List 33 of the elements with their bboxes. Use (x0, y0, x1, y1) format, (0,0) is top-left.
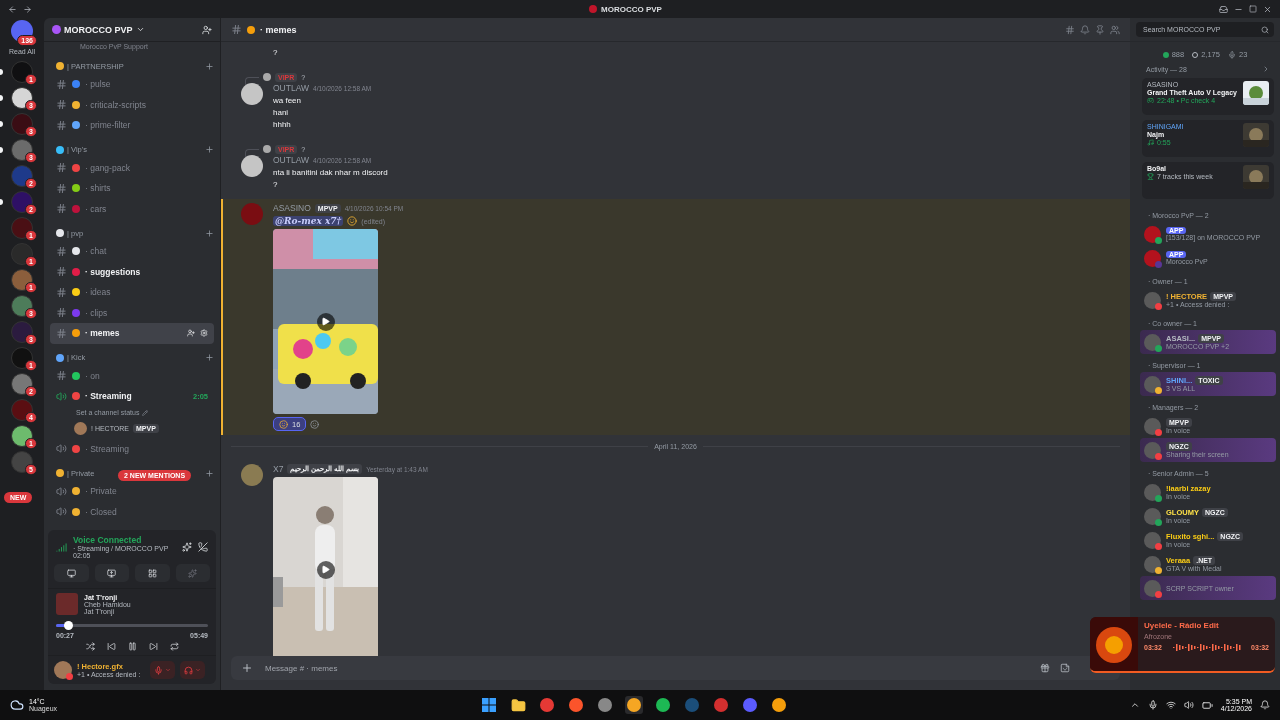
author-name[interactable]: OUTLAW (273, 83, 310, 93)
now-playing-title[interactable]: Uyelele - Rádio Edit (1144, 621, 1269, 630)
voice-status[interactable]: Voice Connected (73, 535, 176, 545)
message-text: wa feen (273, 96, 303, 105)
message-composer[interactable]: Message # · memes (231, 656, 1120, 680)
channel-item[interactable]: · on (50, 365, 214, 386)
channel-item[interactable]: · clips (50, 302, 214, 323)
channel-item[interactable]: · shirts (50, 178, 214, 199)
message-input[interactable]: Message # · memes (263, 662, 1030, 674)
message-text: nta li banitini dak nhar m discord (273, 168, 388, 177)
message-text: ? (272, 48, 279, 57)
channel-item[interactable]: · pulse (50, 74, 214, 95)
window-title: MOROCCO PVP (601, 4, 662, 14)
channel-item[interactable]: · ideas (50, 282, 214, 303)
channel-item[interactable]: · prime-filter (50, 115, 214, 136)
channel-item[interactable]: · chat (50, 241, 214, 262)
server-name[interactable]: MOROCCO PVP (64, 24, 133, 35)
channel-item[interactable]: · Private (50, 481, 214, 502)
message-text: hhhh (273, 120, 292, 129)
channel-title: · memes (260, 24, 298, 35)
message-text: ? (273, 180, 279, 189)
channel-item[interactable]: · Closed (50, 501, 214, 522)
channel-item[interactable]: · cars (50, 198, 214, 219)
channel-item[interactable]: · criticalz-scripts (50, 94, 214, 115)
message-text: hani (273, 108, 290, 117)
author-name[interactable]: ASASINO (273, 203, 311, 213)
author-name[interactable]: OUTLAW (273, 155, 310, 165)
author-name[interactable]: X7 (273, 464, 284, 474)
channel-item[interactable]: · memes (50, 323, 214, 344)
mention[interactable]: @Ro-mex x7† (273, 216, 344, 226)
channel-item[interactable]: · gang-pack (50, 157, 214, 178)
channel-item[interactable]: · Streaming (50, 438, 214, 459)
channel-item[interactable]: · suggestions (50, 261, 214, 282)
